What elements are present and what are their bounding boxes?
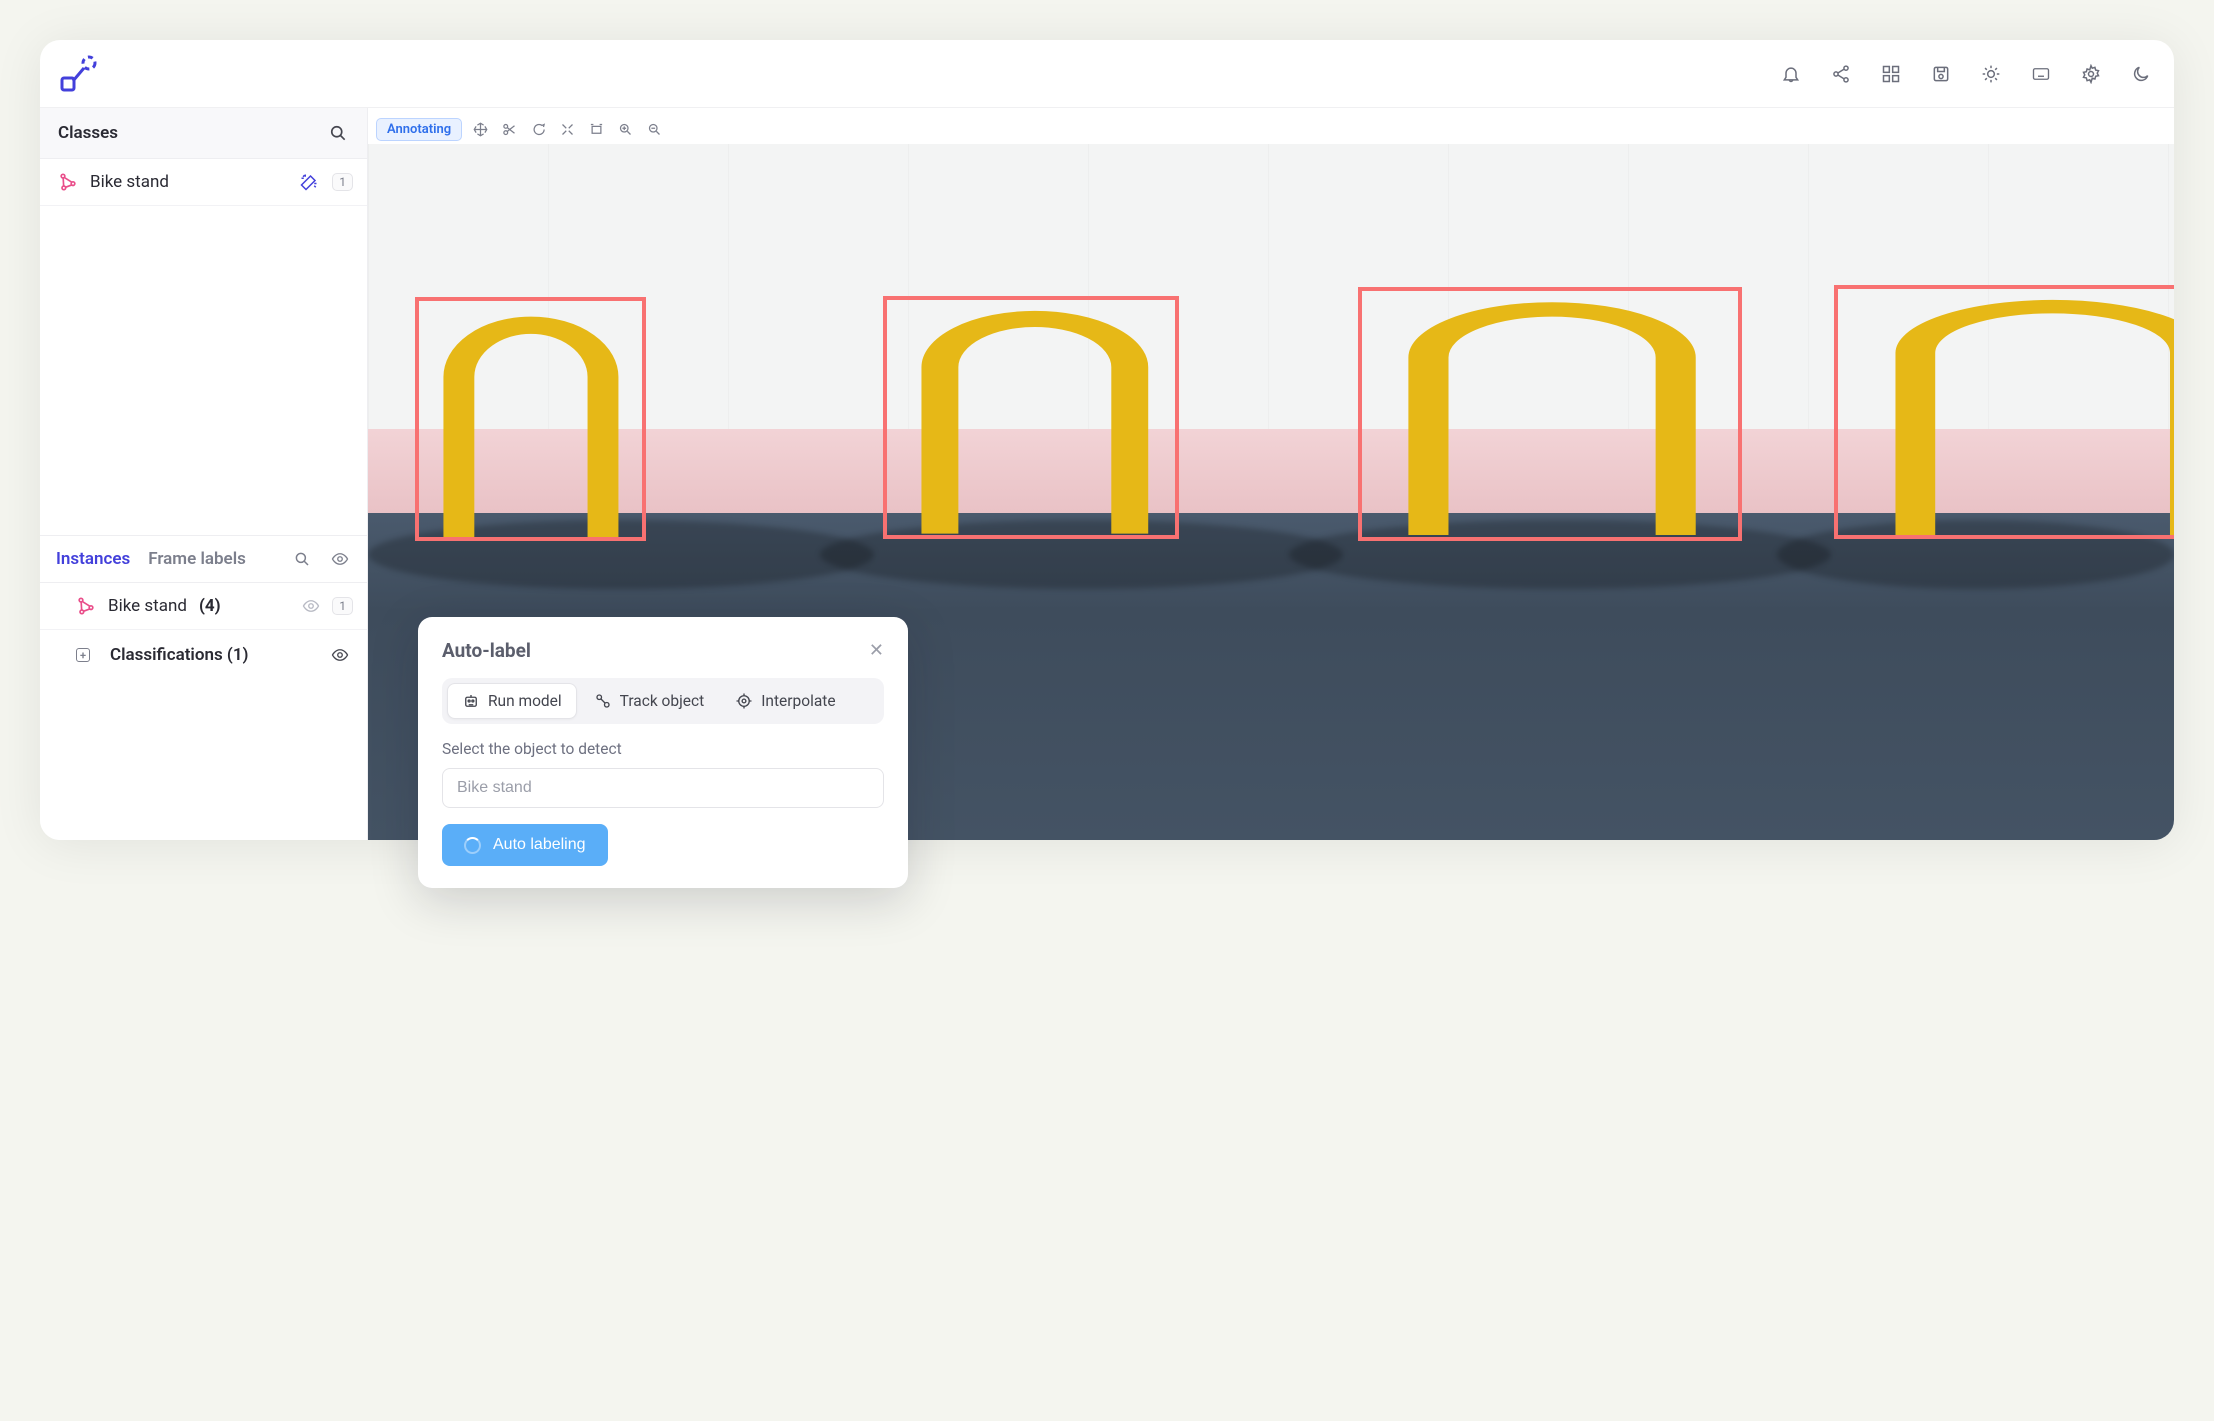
instance-item[interactable]: Bike stand (4) 1	[40, 583, 367, 630]
button-label: Auto labeling	[493, 836, 586, 854]
expand-plus-icon[interactable]: +	[76, 648, 90, 662]
close-icon[interactable]: ✕	[869, 640, 884, 661]
grid-icon[interactable]	[1880, 63, 1902, 85]
polygon-class-icon	[76, 596, 96, 616]
zoom-in-icon[interactable]	[617, 121, 634, 138]
classes-title: Classes	[58, 123, 118, 143]
segment-label: Interpolate	[761, 692, 835, 710]
classifications-item[interactable]: + Classifications (1)	[40, 630, 367, 680]
canvas-viewport[interactable]: Annotating	[368, 108, 2174, 840]
save-icon[interactable]	[1930, 63, 1952, 85]
app-logo-icon	[58, 54, 98, 94]
object-field-label: Select the object to detect	[442, 740, 884, 758]
status-chip: Annotating	[376, 118, 462, 141]
comment-icon[interactable]	[530, 121, 547, 138]
moon-icon[interactable]	[2130, 63, 2152, 85]
app-window: Classes Bike stand 1 Instances Frame lab…	[40, 40, 2174, 840]
fit-icon[interactable]	[588, 121, 605, 138]
instances-tabs: Instances Frame labels	[40, 535, 367, 583]
autolabel-mode-segmented: Run model Track object Interpolate	[442, 678, 884, 724]
class-label: Bike stand	[90, 172, 286, 192]
segment-label: Run model	[488, 692, 562, 710]
classifications-label: Classifications (1)	[110, 645, 309, 665]
class-item[interactable]: Bike stand 1	[40, 159, 367, 206]
track-icon	[594, 692, 612, 710]
zoom-out-icon[interactable]	[646, 121, 663, 138]
viewport-toolbar: Annotating	[376, 118, 663, 141]
scissors-icon[interactable]	[501, 121, 518, 138]
instance-count: (4)	[199, 596, 221, 616]
eye-icon[interactable]	[329, 644, 351, 666]
sidebar: Classes Bike stand 1 Instances Frame lab…	[40, 108, 368, 840]
polygon-class-icon	[58, 172, 78, 192]
magic-wand-icon[interactable]	[298, 171, 320, 193]
segment-track-object[interactable]: Track object	[580, 683, 719, 719]
search-icon[interactable]	[291, 548, 313, 570]
move-icon[interactable]	[472, 121, 489, 138]
class-count-badge: 1	[332, 173, 353, 191]
search-icon[interactable]	[327, 122, 349, 144]
top-bar	[40, 40, 2174, 108]
object-detect-input[interactable]	[442, 768, 884, 808]
robot-icon	[462, 692, 480, 710]
autolabel-title: Auto-label	[442, 639, 531, 662]
eye-icon[interactable]	[329, 548, 351, 570]
autolabel-panel: Auto-label ✕ Run model Track object Inte…	[418, 617, 908, 888]
auto-label-button[interactable]: Auto labeling	[442, 824, 608, 866]
instance-badge: 1	[332, 597, 353, 615]
segment-interpolate[interactable]: Interpolate	[721, 683, 849, 719]
keyboard-icon[interactable]	[2030, 63, 2052, 85]
eye-icon[interactable]	[300, 595, 322, 617]
target-icon	[735, 692, 753, 710]
tab-frame-labels[interactable]: Frame labels	[148, 549, 246, 569]
tab-instances[interactable]: Instances	[56, 549, 130, 569]
segment-label: Track object	[620, 692, 705, 710]
top-toolbar	[1780, 63, 2152, 85]
expand-icon[interactable]	[559, 121, 576, 138]
share-icon[interactable]	[1830, 63, 1852, 85]
brightness-icon[interactable]	[1980, 63, 2002, 85]
bell-icon[interactable]	[1780, 63, 1802, 85]
classes-panel-header: Classes	[40, 108, 367, 159]
instance-label: Bike stand	[108, 596, 187, 616]
segment-run-model[interactable]: Run model	[447, 683, 577, 719]
spinner-icon	[464, 837, 481, 854]
settings-gear-icon[interactable]	[2080, 63, 2102, 85]
